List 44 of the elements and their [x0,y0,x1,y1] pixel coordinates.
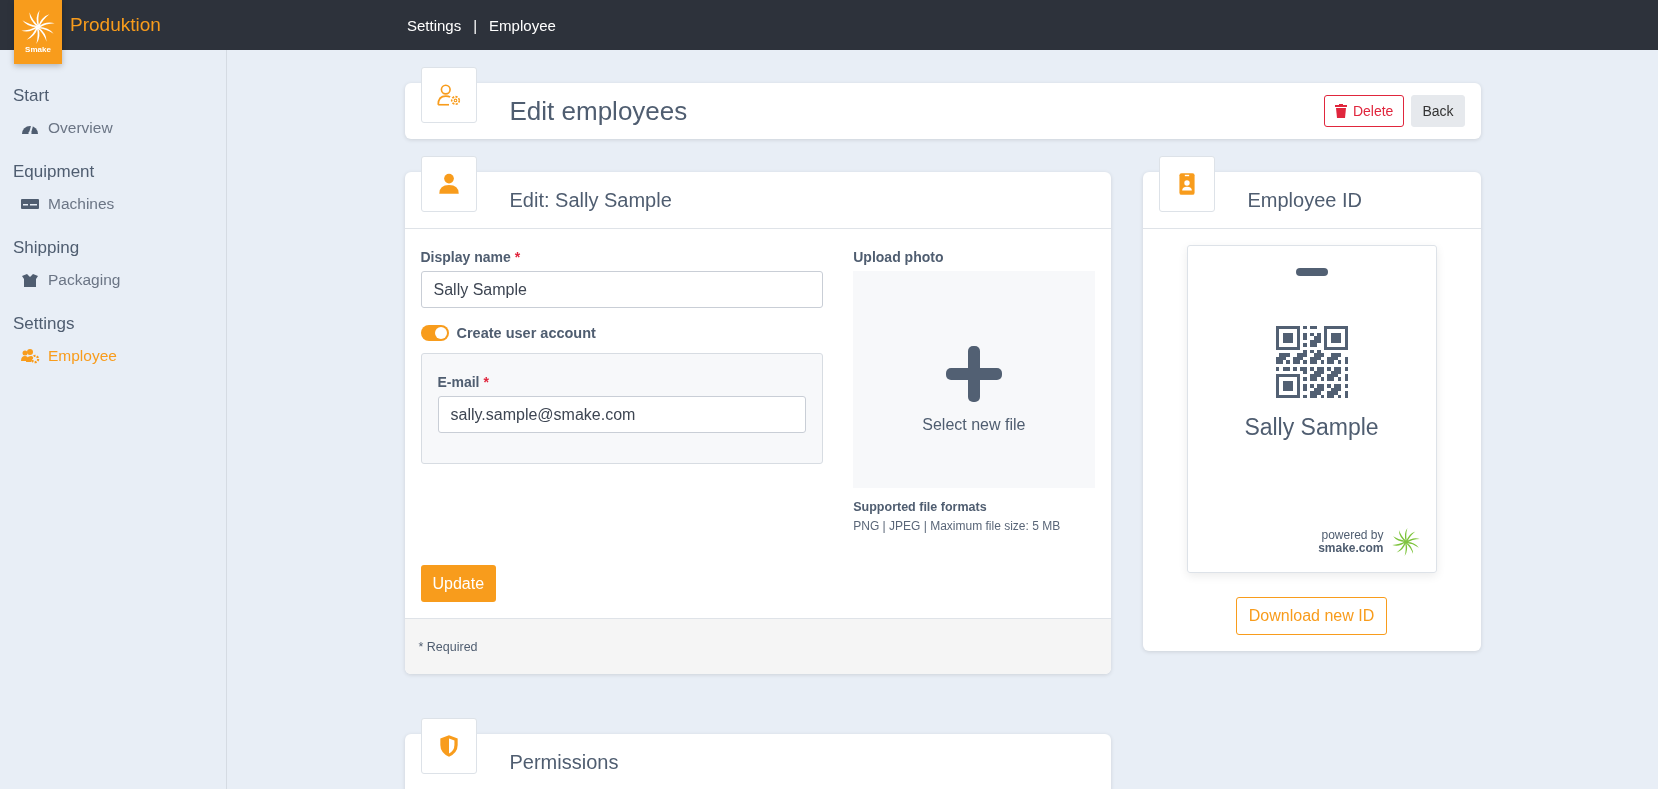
field-label: E-mail [437,374,480,390]
formats-text: PNG | JPEG | Maximum file size: 5 MB [853,519,1062,533]
breadcrumb-separator: | [473,16,478,34]
user-gear-icon [435,82,462,108]
sidebar-item[interactable]: Packaging [0,268,226,292]
upload-text: Select new file [922,415,1026,434]
input-field[interactable]: sally.sample@smake.com [437,396,807,433]
sidebar-item[interactable]: Machines [0,192,226,216]
trash-icon [1334,104,1347,118]
formats-title: Supported file formats [853,500,988,514]
breadcrumb-link[interactable]: Employee [489,16,556,34]
back-button[interactable]: Back [1411,95,1465,127]
badge-name: Sally Sample [1244,414,1379,441]
plus-icon [945,345,1002,402]
section-heading: Start [12,86,50,107]
card-title: Edit: Sally Sample [509,188,672,212]
users-gear-icon [20,348,40,364]
logo-text: Smake [25,45,51,54]
card-title: Permissions [509,750,619,774]
breadcrumb-link[interactable]: Settings [407,16,462,34]
powered-by-domain: smake.com [1318,542,1384,555]
machine-icon [20,196,40,212]
app-name: Produktion [70,14,162,36]
toggle-label: Create user account [456,325,596,341]
page-title: Edit employees [509,95,688,127]
badge-slot [1295,268,1328,276]
field-label: Display name [420,249,511,265]
qr-code-icon [1275,326,1348,398]
footer-note: * Required [418,639,478,654]
required-mark: * [514,249,521,265]
toggle-switch[interactable] [420,325,449,341]
section-heading: Equipment [12,162,96,183]
card-title: Employee ID [1247,188,1362,212]
sidebar-item[interactable]: Overview [0,116,226,140]
swirl-logo-icon [1391,528,1420,556]
input-field[interactable]: Sally Sample [420,271,824,308]
swirl-icon [21,10,55,44]
powered-by-text: powered by [1321,529,1384,542]
delete-button[interactable]: Delete [1323,95,1405,127]
upload-dropzone[interactable]: Select new file [853,271,1095,488]
section-heading: Shipping [12,238,81,259]
field-label: Upload photo [853,249,945,265]
required-mark: * [483,374,489,390]
section-heading: Settings [12,314,76,335]
